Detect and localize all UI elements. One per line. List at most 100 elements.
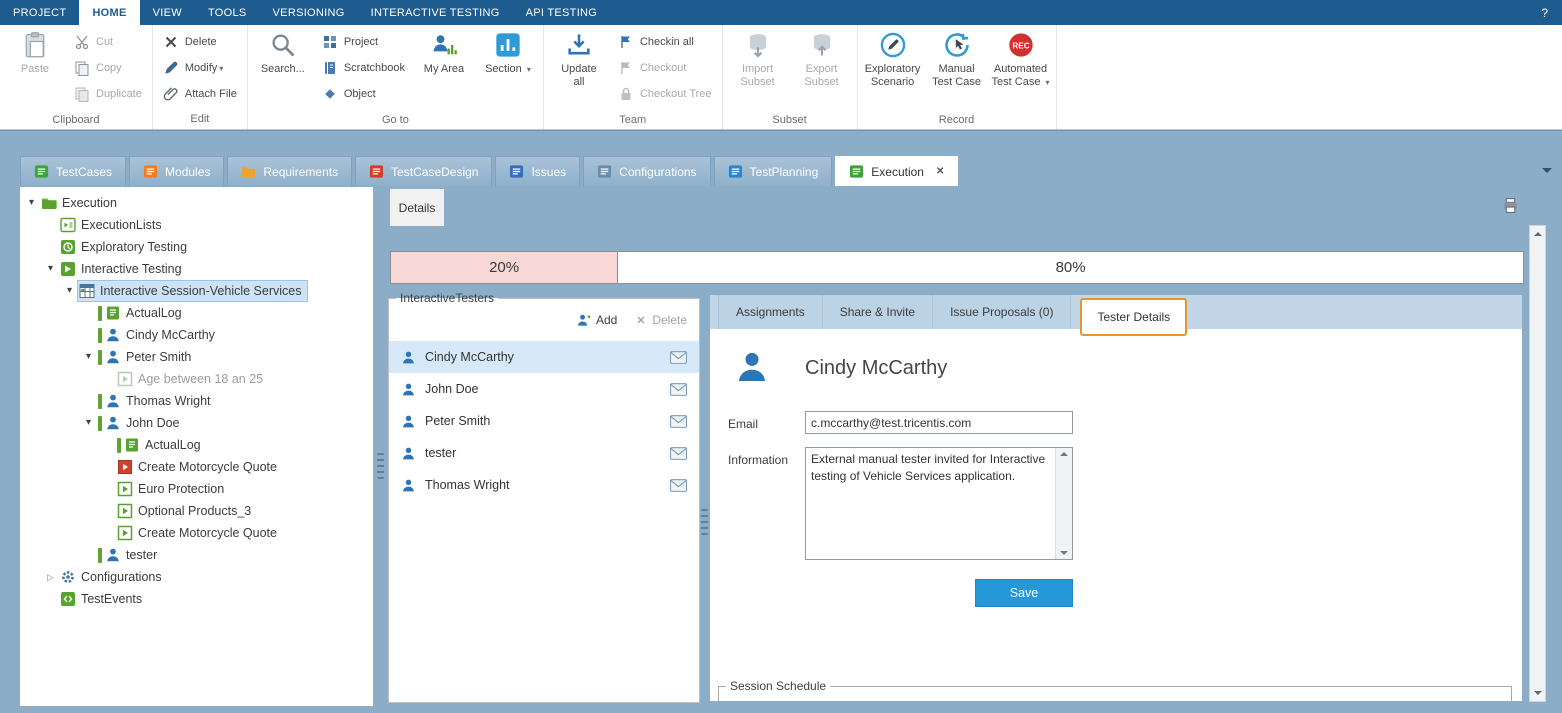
expanded-icon[interactable]: ▾ [81, 412, 96, 434]
tab-execution[interactable]: Execution✕ [835, 156, 958, 186]
tree-item-execution[interactable]: ▾Execution [20, 192, 373, 214]
tree-item-label: Peter Smith [126, 350, 191, 364]
menu-item-versioning[interactable]: VERSIONING [260, 0, 358, 25]
ribbon-manual-test-case-button[interactable]: ManualTest Case [925, 26, 989, 113]
scroll-down-icon[interactable] [1530, 685, 1545, 701]
splitter-handle-left[interactable] [377, 453, 384, 479]
splitter-handle-right[interactable] [701, 509, 708, 535]
tab-issues[interactable]: Issues [495, 156, 580, 186]
collapsed-icon[interactable]: ▷ [43, 566, 58, 588]
tree-item-actuallog[interactable]: ActualLog [20, 302, 373, 324]
ribbon-update-all-button[interactable]: Updateall [547, 26, 611, 113]
person-icon [105, 393, 121, 409]
menu-item-view[interactable]: VIEW [140, 0, 195, 25]
checkout-icon [618, 60, 634, 76]
tree-item-john-doe[interactable]: ▾ John Doe [20, 412, 373, 434]
tree-item-tester[interactable]: tester [20, 544, 373, 566]
tester-row-cindy-mccarthy[interactable]: Cindy McCarthy [389, 341, 699, 373]
tab-modules[interactable]: Modules [129, 156, 224, 186]
tree-item-configurations[interactable]: ▷Configurations [20, 566, 373, 588]
tester-row-tester[interactable]: tester [389, 437, 699, 469]
tree-item-label: John Doe [126, 416, 180, 430]
expanded-icon[interactable]: ▾ [62, 280, 77, 302]
tester-name: Thomas Wright [425, 478, 510, 492]
expanded-icon[interactable]: ▾ [43, 258, 58, 280]
print-icon[interactable] [1501, 197, 1520, 214]
tree-item-create-motorcycle-quote[interactable]: Create Motorcycle Quote [20, 456, 373, 478]
ribbon-checkin-all-button[interactable]: Checkin all [611, 29, 719, 55]
textarea-scrollbar[interactable] [1055, 448, 1072, 559]
tab-share-invite[interactable]: Share & Invite [823, 295, 933, 329]
tree-item-interactive-session-vehicle-services[interactable]: ▾Interactive Session-Vehicle Services [20, 280, 373, 302]
ribbon-checkout-tree-label: Checkout Tree [640, 88, 712, 100]
tab-configurations[interactable]: Configurations [583, 156, 710, 186]
ribbon-group-edit: DeleteModify▾Attach FileEdit [153, 25, 248, 129]
information-field[interactable]: External manual tester invited for Inter… [806, 448, 1072, 559]
menu-item-project[interactable]: PROJECT [0, 0, 79, 25]
ribbon-scratchbook-button[interactable]: Scratchbook [315, 55, 412, 81]
scroll-down-icon[interactable] [1060, 551, 1068, 555]
tree-item-thomas-wright[interactable]: Thomas Wright [20, 390, 373, 412]
menu-item-tools[interactable]: TOOLS [195, 0, 260, 25]
tree-item-euro-protection[interactable]: Euro Protection [20, 478, 373, 500]
interactive-testing-icon [60, 261, 76, 277]
add-tester-button[interactable]: Add [576, 313, 617, 328]
ribbon-project-button[interactable]: Project [315, 29, 412, 55]
tree-item-cindy-mccarthy[interactable]: Cindy McCarthy [20, 324, 373, 346]
menu-item-api-testing[interactable]: API TESTING [513, 0, 611, 25]
tab-testplanning[interactable]: TestPlanning [714, 156, 833, 186]
envelope-icon[interactable] [670, 351, 687, 364]
envelope-icon[interactable] [670, 383, 687, 396]
envelope-icon[interactable] [670, 415, 687, 428]
menu-item-interactive-testing[interactable]: INTERACTIVE TESTING [358, 0, 513, 25]
tab-tester-details[interactable]: Tester Details [1080, 298, 1187, 336]
ribbon-modify-button[interactable]: Modify▾ [156, 55, 244, 81]
ribbon-attach-file-button[interactable]: Attach File [156, 81, 244, 107]
tab-close-icon[interactable]: ✕ [936, 166, 944, 177]
envelope-icon[interactable] [670, 479, 687, 492]
tester-row-john-doe[interactable]: John Doe [389, 373, 699, 405]
save-button[interactable]: Save [975, 579, 1073, 607]
scroll-up-icon[interactable] [1060, 452, 1068, 456]
scroll-up-icon[interactable] [1530, 226, 1545, 242]
tab-overflow-icon[interactable] [1542, 168, 1552, 173]
tester-row-thomas-wright[interactable]: Thomas Wright [389, 469, 699, 501]
ribbon-search-button[interactable]: Search... [251, 26, 315, 113]
ribbon-delete-button[interactable]: Delete [156, 29, 244, 55]
vertical-scrollbar[interactable] [1529, 225, 1546, 702]
tree-item-interactive-testing[interactable]: ▾Interactive Testing [20, 258, 373, 280]
issues-icon [509, 164, 524, 179]
tree-item-optional-products-3[interactable]: Optional Products_3 [20, 500, 373, 522]
tree-item-peter-smith[interactable]: ▾ Peter Smith [20, 346, 373, 368]
ribbon-section-button[interactable]: Section ▾ [476, 26, 540, 113]
ribbon-object-button[interactable]: Object [315, 81, 412, 107]
tree-item-actuallog[interactable]: ActualLog [20, 434, 373, 456]
details-tab[interactable]: Details [390, 189, 444, 226]
ribbon-exploratory-scenario-button[interactable]: ExploratoryScenario [861, 26, 925, 113]
information-field-wrap: External manual tester invited for Inter… [805, 447, 1073, 560]
requirements-icon [241, 164, 256, 179]
tree-item-exploratory-testing[interactable]: Exploratory Testing [20, 236, 373, 258]
tab-issue-proposals-0[interactable]: Issue Proposals (0) [933, 295, 1071, 329]
tree-item-age-between-18-an-25[interactable]: Age between 18 an 25 [20, 368, 373, 390]
expanded-icon[interactable]: ▾ [24, 192, 39, 214]
tree-item-executionlists[interactable]: ExecutionLists [20, 214, 373, 236]
ribbon-my-area-button[interactable]: My Area [412, 26, 476, 113]
play-green-icon [117, 525, 133, 541]
tab-requirements[interactable]: Requirements [227, 156, 352, 186]
ribbon-automated-test-case-button[interactable]: RECAutomatedTest Case ▾ [989, 26, 1053, 113]
menu-item-home[interactable]: HOME [79, 0, 139, 25]
help-button[interactable]: ? [1527, 0, 1562, 25]
tab-assignments[interactable]: Assignments [718, 295, 823, 329]
detail-tabs: AssignmentsShare & InviteIssue Proposals… [710, 295, 1522, 329]
tester-row-peter-smith[interactable]: Peter Smith [389, 405, 699, 437]
envelope-icon[interactable] [670, 447, 687, 460]
tree-item-testevents[interactable]: TestEvents [20, 588, 373, 610]
tab-testcases[interactable]: TestCases [20, 156, 126, 186]
ribbon-group-record: ExploratoryScenarioManualTest CaseRECAut… [858, 25, 1057, 129]
workspace-tabstrip: TestCasesModulesRequirementsTestCaseDesi… [20, 156, 958, 186]
email-field[interactable] [805, 411, 1073, 434]
expanded-icon[interactable]: ▾ [81, 346, 96, 368]
tree-item-create-motorcycle-quote[interactable]: Create Motorcycle Quote [20, 522, 373, 544]
tab-testcasedesign[interactable]: TestCaseDesign [355, 156, 492, 186]
